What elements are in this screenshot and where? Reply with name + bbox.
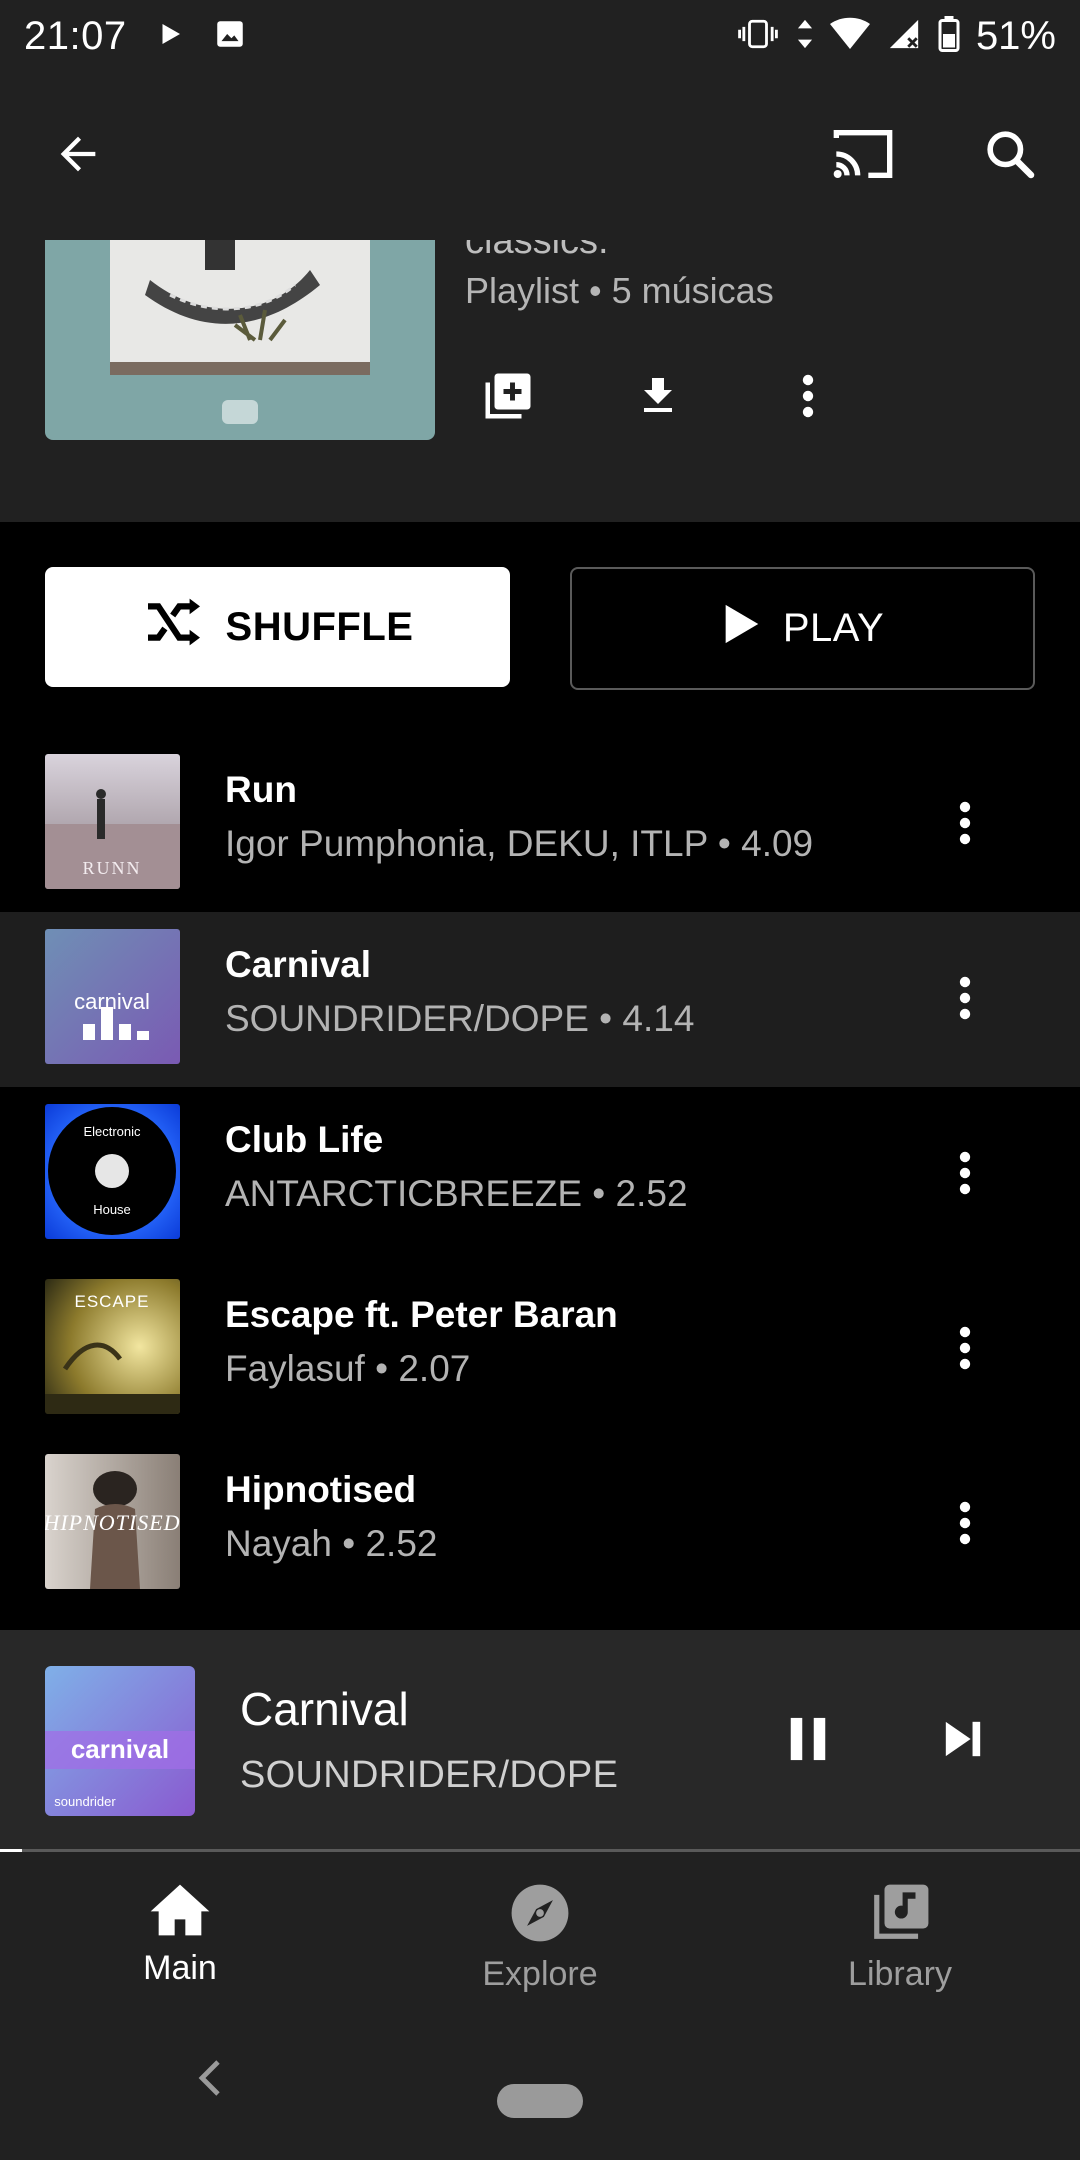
download-button[interactable] [610, 350, 706, 446]
more-vert-icon [957, 1499, 973, 1552]
nav-explore[interactable]: Explore [360, 1852, 720, 2010]
cover-image [110, 240, 370, 375]
status-time: 21:07 [24, 13, 127, 58]
play-icon [721, 601, 761, 657]
track-subtitle: SOUNDRIDER/DOPE • 4.14 [225, 998, 695, 1039]
add-to-library-button[interactable] [460, 350, 556, 446]
track-title: Hipnotised [225, 1469, 417, 1510]
download-icon [634, 372, 682, 425]
track-row[interactable]: RUNN Run Igor Pumphonia, DEKU, ITLP • 4.… [0, 737, 1080, 912]
art-subtext: soundrider [54, 1794, 116, 1809]
thumb-text-bottom: House [93, 1202, 131, 1217]
track-subtitle: ANTARCTICBREEZE • 2.52 [225, 1173, 688, 1214]
track-row[interactable]: HIPNOTISED Hipnotised Nayah • 2.52 [0, 1437, 1080, 1612]
data-arrows-icon [796, 17, 814, 56]
more-vert-icon [957, 799, 973, 852]
pause-icon [788, 1716, 828, 1767]
bottom-navigation: Main Explore Library [0, 1852, 1080, 2010]
playlist-meta: Playlist • 5 músicas [465, 270, 774, 311]
more-vert-icon [957, 974, 973, 1027]
shuffle-icon [142, 596, 206, 658]
skip-next-icon [941, 1718, 985, 1765]
thumb-text: HIPNOTISED [45, 1510, 180, 1535]
track-thumbnail: RUNN [45, 754, 180, 889]
system-back-button[interactable] [190, 2050, 230, 2110]
track-row[interactable]: Electronic House Club Life ANTARCTICBREE… [0, 1087, 1080, 1262]
playlist-description: classics. [465, 240, 609, 262]
track-row[interactable]: ESCAPE Escape ft. Peter Baran Faylasuf •… [0, 1262, 1080, 1437]
now-playing-title: Carnival [240, 1683, 409, 1735]
back-arrow-icon [52, 128, 104, 185]
more-options-button[interactable] [760, 350, 856, 446]
system-home-pill[interactable] [497, 2084, 583, 2118]
signal-icon [886, 17, 922, 56]
nav-label: Library [848, 1955, 952, 1993]
back-button[interactable] [30, 108, 126, 204]
more-vert-icon [957, 1324, 973, 1377]
nav-library[interactable]: Library [720, 1852, 1080, 2010]
play-button[interactable]: PLAY [570, 567, 1035, 690]
youtube-badge-icon [222, 400, 258, 424]
thumb-text: RUNN [82, 858, 141, 878]
status-bar: 21:07 51% [0, 0, 1080, 72]
shuffle-button[interactable]: SHUFFLE [45, 567, 510, 687]
thumb-text: ESCAPE [75, 1292, 150, 1311]
art-text: carnival [71, 1734, 169, 1764]
system-navigation [0, 2010, 1080, 2160]
nav-label: Explore [482, 1955, 598, 1993]
track-more-button[interactable] [917, 1477, 1013, 1573]
search-icon [982, 126, 1038, 187]
home-icon [148, 1882, 212, 1943]
track-thumbnail: carnival [45, 929, 180, 1064]
track-thumbnail: Electronic House [45, 1104, 180, 1239]
image-icon [213, 17, 247, 56]
track-subtitle: Nayah • 2.52 [225, 1523, 438, 1564]
thumb-text-top: Electronic [83, 1124, 141, 1139]
chevron-left-icon [198, 2058, 222, 2103]
more-vert-icon [800, 372, 816, 425]
skip-next-button[interactable] [915, 1693, 1011, 1789]
app-bar [0, 72, 1080, 240]
search-button[interactable] [962, 108, 1058, 204]
track-more-button[interactable] [917, 1127, 1013, 1223]
track-title: Club Life [225, 1119, 384, 1160]
mini-player[interactable]: carnival soundrider Carnival SOUNDRIDER/… [0, 1630, 1080, 1852]
nav-label: Main [143, 1949, 217, 1987]
pause-button[interactable] [760, 1693, 856, 1789]
cast-button[interactable] [815, 108, 911, 204]
nav-main[interactable]: Main [0, 1852, 360, 2010]
playback-controls: SHUFFLE PLAY [0, 522, 1080, 722]
track-thumbnail: HIPNOTISED [45, 1454, 180, 1589]
track-more-button[interactable] [917, 1302, 1013, 1398]
compass-icon [509, 1882, 571, 1949]
track-title: Carnival [225, 944, 372, 985]
track-title: Run [225, 769, 297, 810]
shuffle-label: SHUFFLE [225, 604, 414, 649]
more-vert-icon [957, 1149, 973, 1202]
playlist-header: classics. Playlist • 5 músicas [0, 240, 1080, 522]
battery-percent: 51% [975, 13, 1056, 58]
track-list: RUNN Run Igor Pumphonia, DEKU, ITLP • 4.… [0, 737, 1080, 1612]
play-icon [155, 19, 185, 54]
playlist-cover [45, 240, 435, 440]
track-more-button[interactable] [917, 777, 1013, 873]
track-title: Escape ft. Peter Baran [225, 1294, 618, 1335]
track-thumbnail: ESCAPE [45, 1279, 180, 1414]
track-more-button[interactable] [917, 952, 1013, 1048]
add-to-library-icon [481, 369, 535, 428]
now-playing-artist: SOUNDRIDER/DOPE [240, 1754, 619, 1796]
wifi-icon [829, 17, 870, 56]
now-playing-art: carnival soundrider [45, 1666, 195, 1816]
track-row-active[interactable]: carnival Carnival SOUNDRIDER/DOPE • 4.14 [0, 912, 1080, 1087]
track-subtitle: Igor Pumphonia, DEKU, ITLP • 4.09 [225, 823, 814, 864]
battery-icon [938, 15, 960, 57]
vibrate-icon [736, 17, 780, 56]
cast-icon [831, 127, 895, 186]
track-subtitle: Faylasuf • 2.07 [225, 1348, 471, 1389]
play-label: PLAY [782, 606, 885, 650]
library-music-icon [869, 1882, 931, 1949]
